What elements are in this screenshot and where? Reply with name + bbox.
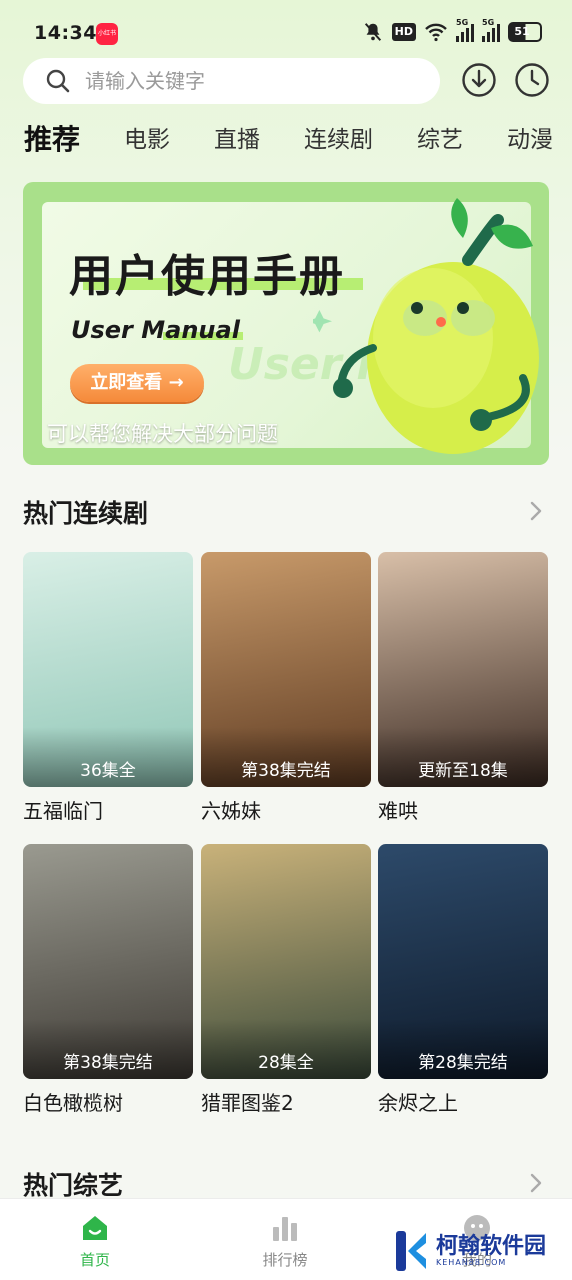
mute-bell-icon bbox=[362, 20, 384, 44]
signal-1-icon: 5G bbox=[456, 18, 474, 42]
watermark-domain: KEHAN88.COM bbox=[436, 1257, 507, 1267]
chevron-right-icon[interactable] bbox=[526, 1171, 546, 1195]
tab-movie[interactable]: 电影 bbox=[124, 118, 170, 162]
kehan-logo-icon bbox=[396, 1231, 426, 1271]
tab-recommend[interactable]: 推荐 bbox=[24, 118, 80, 162]
status-time: 14:34 bbox=[34, 22, 97, 44]
search-bar[interactable] bbox=[23, 58, 440, 104]
drama-poster: 第28集完结 bbox=[378, 844, 548, 1079]
drama-poster: 第38集完结 bbox=[23, 844, 193, 1079]
drama-title: 六姊妹 bbox=[201, 799, 261, 823]
category-tabs: 推荐 电影 直播 连续剧 综艺 动漫 bbox=[24, 118, 572, 168]
drama-title: 余烬之上 bbox=[378, 1091, 458, 1115]
lemon-mascot-icon bbox=[313, 198, 539, 454]
xiaohongshu-notification-icon: 小红书 bbox=[96, 23, 118, 45]
banner-caption: 可以帮您解决大部分问题 bbox=[47, 422, 278, 446]
drama-card[interactable]: 28集全 猎罪图鉴2 bbox=[201, 844, 371, 1116]
episode-status: 28集全 bbox=[258, 1053, 314, 1073]
user-manual-banner[interactable]: 用户使用手册 User Manual User Manual 立即查看 → 可以… bbox=[23, 182, 549, 465]
wifi-icon bbox=[424, 20, 448, 44]
drama-card[interactable]: 第38集完结 六姊妹 bbox=[201, 552, 371, 824]
tab-anime[interactable]: 动漫 bbox=[507, 118, 553, 162]
search-icon bbox=[46, 69, 70, 93]
hot-variety-title: 热门综艺 bbox=[23, 1171, 124, 1200]
episode-status: 第38集完结 bbox=[241, 761, 331, 781]
download-icon[interactable] bbox=[461, 62, 497, 98]
bar-chart-icon bbox=[273, 1217, 297, 1241]
drama-poster: 28集全 bbox=[201, 844, 371, 1079]
drama-title: 白色橄榄树 bbox=[23, 1091, 123, 1115]
drama-title: 难哄 bbox=[378, 799, 418, 823]
drama-card[interactable]: 第38集完结 白色橄榄树 bbox=[23, 844, 193, 1116]
drama-card[interactable]: 第28集完结 余烬之上 bbox=[378, 844, 548, 1116]
battery-level: 51 bbox=[514, 25, 530, 38]
banner-subtitle: User Manual bbox=[71, 316, 240, 344]
drama-poster: 36集全 bbox=[23, 552, 193, 787]
episode-status: 第28集完结 bbox=[418, 1053, 508, 1073]
home-icon bbox=[83, 1216, 107, 1240]
episode-status: 更新至18集 bbox=[418, 761, 508, 781]
nav-home[interactable]: 首页 bbox=[35, 1199, 155, 1280]
search-input[interactable] bbox=[83, 68, 407, 94]
network-type-1: 5G bbox=[456, 18, 469, 27]
nav-ranking[interactable]: 排行榜 bbox=[225, 1199, 345, 1280]
tab-variety[interactable]: 综艺 bbox=[417, 118, 463, 162]
nav-home-label: 首页 bbox=[79, 1251, 110, 1269]
hot-series-title: 热门连续剧 bbox=[23, 499, 149, 528]
drama-poster: 第38集完结 bbox=[201, 552, 371, 787]
drama-card[interactable]: 36集全 五福临门 bbox=[23, 552, 193, 824]
view-now-button[interactable]: 立即查看 → bbox=[70, 364, 204, 402]
chevron-right-icon[interactable] bbox=[526, 499, 546, 523]
tab-live[interactable]: 直播 bbox=[214, 118, 260, 162]
status-bar: 14:34 小红书 HD 5G 5G 51 bbox=[0, 0, 572, 64]
network-type-2: 5G bbox=[482, 18, 495, 27]
watermark-name: 柯翰软件园 bbox=[436, 1233, 547, 1259]
episode-status: 第38集完结 bbox=[63, 1053, 153, 1073]
drama-title: 猎罪图鉴2 bbox=[201, 1091, 294, 1115]
tab-series[interactable]: 连续剧 bbox=[304, 118, 373, 162]
battery-icon: 51 bbox=[508, 22, 542, 42]
history-clock-icon[interactable] bbox=[514, 62, 550, 98]
banner-title: 用户使用手册 bbox=[69, 251, 345, 302]
episode-status: 36集全 bbox=[80, 761, 136, 781]
signal-2-icon: 5G bbox=[482, 18, 500, 42]
drama-title: 五福临门 bbox=[23, 799, 103, 823]
nav-ranking-label: 排行榜 bbox=[262, 1251, 308, 1269]
hd-voice-icon: HD bbox=[391, 23, 416, 41]
kehan-watermark: 柯翰软件园 KEHAN88.COM bbox=[394, 1228, 546, 1274]
drama-poster: 更新至18集 bbox=[378, 552, 548, 787]
drama-card[interactable]: 更新至18集 难哄 bbox=[378, 552, 548, 824]
